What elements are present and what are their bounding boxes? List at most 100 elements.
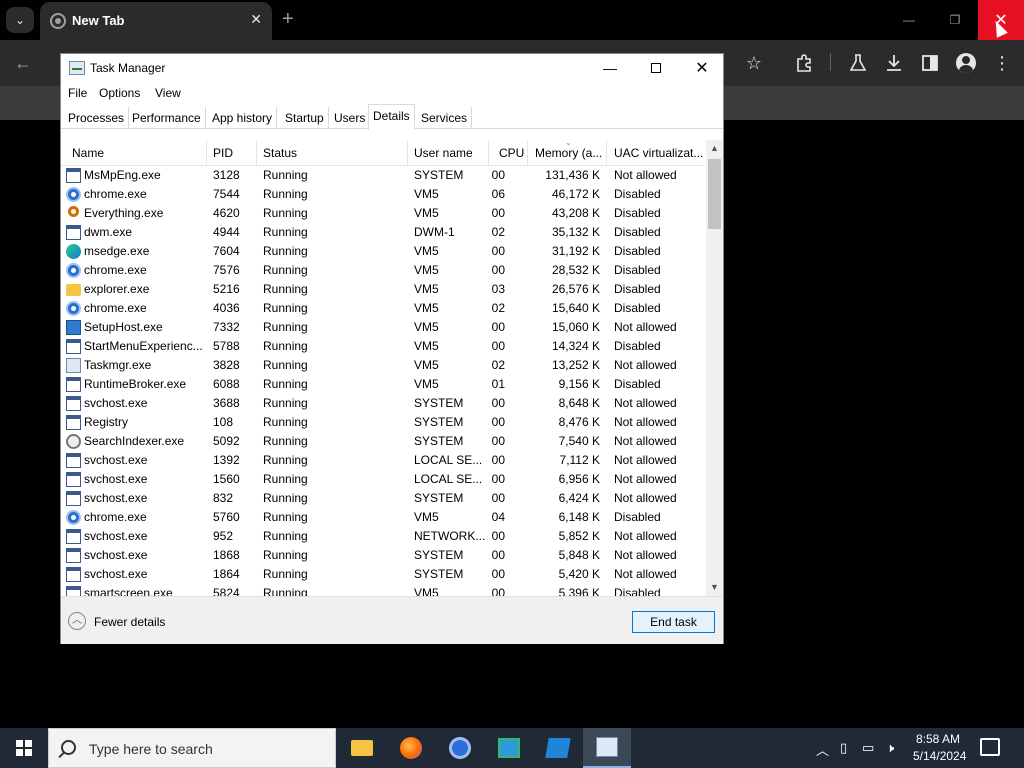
column-header-cpu[interactable]: CPU [499,146,524,160]
process-status: Running [263,548,308,562]
tab-details[interactable]: Details [368,104,415,130]
maximize-button[interactable] [633,54,679,82]
process-name: explorer.exe [84,282,150,296]
side-panel-icon[interactable] [917,50,943,76]
process-status: Running [263,320,308,334]
table-row[interactable]: svchost.exe 1392 Running LOCAL SE... 00 7,112… [61,451,705,470]
volume-muted-icon[interactable]: 🕨 [886,740,894,756]
table-row[interactable]: svchost.exe 1864 Running SYSTEM 00 5,420 K Not… [61,565,705,584]
table-row[interactable]: chrome.exe 4036 Running VM5 02 15,640 K Disabl… [61,299,705,318]
table-row[interactable]: chrome.exe 7544 Running VM5 06 46,172 K Disabl… [61,185,705,204]
new-tab-button[interactable]: + [282,8,294,30]
column-divider[interactable] [256,140,257,166]
download-icon[interactable] [881,50,907,76]
process-name: MsMpEng.exe [84,168,161,182]
show-hidden-icons-chevron-icon[interactable]: ︿ [816,740,829,759]
extensions-icon[interactable] [791,50,817,76]
end-task-button[interactable]: End task [632,611,715,633]
column-header-name[interactable]: Name [72,146,104,160]
browser-minimize-button[interactable]: — [886,0,932,40]
tab-users[interactable]: Users [330,107,371,129]
tab-search-button[interactable]: ⌄ [6,7,34,33]
scrollbar-thumb[interactable] [708,159,721,229]
fewer-details-link[interactable]: Fewer details [94,615,165,629]
clock-date[interactable]: 5/14/2024 [913,749,966,763]
chevron-up-icon[interactable]: ︿ [68,612,86,630]
vertical-scrollbar[interactable]: ▲ ▼ [706,140,723,596]
column-header-pid[interactable]: PID [213,146,233,160]
column-header-uac[interactable]: UAC virtualizat... [614,146,703,160]
table-row[interactable]: explorer.exe 5216 Running VM5 03 26,576 K Disa… [61,280,705,299]
process-status: Running [263,168,308,182]
table-row[interactable]: svchost.exe 952 Running NETWORK... 00 5,852 K… [61,527,705,546]
table-row[interactable]: Registry 108 Running SYSTEM 00 8,476 K Not all… [61,413,705,432]
column-header-status[interactable]: Status [263,146,297,160]
column-header-user-name[interactable]: User name [414,146,473,160]
minimize-button[interactable]: — [587,54,633,82]
blue-window-icon [66,567,81,582]
star-icon[interactable]: ☆ [741,50,767,76]
labs-icon[interactable] [845,50,871,76]
table-row[interactable]: svchost.exe 832 Running SYSTEM 00 6,424 K Not … [61,489,705,508]
tab-startup[interactable]: Startup [281,107,329,129]
column-divider[interactable] [407,140,408,166]
menu-file[interactable]: File [68,86,87,100]
tab-processes[interactable]: Processes [64,107,130,129]
table-row[interactable]: RuntimeBroker.exe 6088 Running VM5 01 9,156 K… [61,375,705,394]
process-user: VM5 [414,339,439,353]
taskbar-firefox[interactable] [387,728,435,768]
table-row[interactable]: dwm.exe 4944 Running DWM-1 02 35,132 K Disable… [61,223,705,242]
tab-performance[interactable]: Performance [128,107,206,129]
table-row[interactable]: smartscreen.exe 5824 Running VM5 00 5,396 K Di… [61,584,705,596]
scroll-down-icon[interactable]: ▼ [706,579,723,596]
clock-time[interactable]: 8:58 AM [916,732,960,746]
column-divider[interactable] [527,140,528,166]
tab-app-history[interactable]: App history [208,107,278,129]
tab-close-icon[interactable]: ✕ [250,11,262,28]
scroll-up-icon[interactable]: ▲ [706,140,723,157]
table-row[interactable]: svchost.exe 3688 Running SYSTEM 00 8,648 K Not… [61,394,705,413]
process-cpu: 06 [491,187,505,201]
notification-center-icon[interactable] [980,738,1000,756]
start-button[interactable] [0,728,48,768]
tablet-icon[interactable]: ▯ [840,740,847,756]
column-divider[interactable] [488,140,489,166]
column-header-memory[interactable]: Memory (a... [535,146,602,160]
back-icon[interactable]: ← [10,50,36,76]
table-row[interactable]: Taskmgr.exe 3828 Running VM5 02 13,252 K Not a… [61,356,705,375]
menu-options[interactable]: Options [99,86,140,100]
edge-icon [66,244,81,259]
process-cpu: 02 [491,301,505,315]
tab-services[interactable]: Services [417,107,473,129]
menu-icon[interactable]: ⋮ [989,50,1015,76]
table-row[interactable]: SearchIndexer.exe 5092 Running SYSTEM 00 7,54… [61,432,705,451]
process-user: VM5 [414,358,439,372]
menu-view[interactable]: View [155,86,181,100]
taskbar-search-box[interactable]: Type here to search [48,728,336,768]
table-row[interactable]: chrome.exe 5760 Running VM5 04 6,148 K Disable… [61,508,705,527]
blue-window-icon [66,168,81,183]
task-manager-titlebar[interactable]: Task Manager — ✕ [61,54,723,82]
taskbar-file-explorer[interactable] [338,728,386,768]
table-row[interactable]: svchost.exe 1560 Running LOCAL SE... 00 6,956… [61,470,705,489]
table-row[interactable]: SetupHost.exe 7332 Running VM5 00 15,060 K Not… [61,318,705,337]
taskbar-app[interactable] [534,728,582,768]
network-icon[interactable]: ▭ [862,740,874,756]
taskbar-chrome[interactable] [436,728,484,768]
taskbar-app[interactable] [485,728,533,768]
process-user: VM5 [414,301,439,315]
browser-restore-button[interactable]: ❐ [932,0,978,40]
process-uac: Not allowed [614,491,677,505]
table-row[interactable]: StartMenuExperienc... 5788 Running VM5 00 14,… [61,337,705,356]
column-divider[interactable] [206,140,207,166]
taskbar-task-manager[interactable] [583,728,631,768]
table-row[interactable]: svchost.exe 1868 Running SYSTEM 00 5,848 K Not… [61,546,705,565]
browser-tab[interactable]: New Tab ✕ [40,2,272,40]
table-row[interactable]: MsMpEng.exe 3128 Running SYSTEM 00 131,436 K N… [61,166,705,185]
table-row[interactable]: msedge.exe 7604 Running VM5 00 31,192 K Disabl… [61,242,705,261]
column-divider[interactable] [606,140,607,166]
close-button[interactable]: ✕ [679,54,725,82]
table-row[interactable]: chrome.exe 7576 Running VM5 00 28,532 K Disabl… [61,261,705,280]
table-row[interactable]: Everything.exe 4620 Running VM5 00 43,208 K Di… [61,204,705,223]
profile-icon[interactable] [953,50,979,76]
